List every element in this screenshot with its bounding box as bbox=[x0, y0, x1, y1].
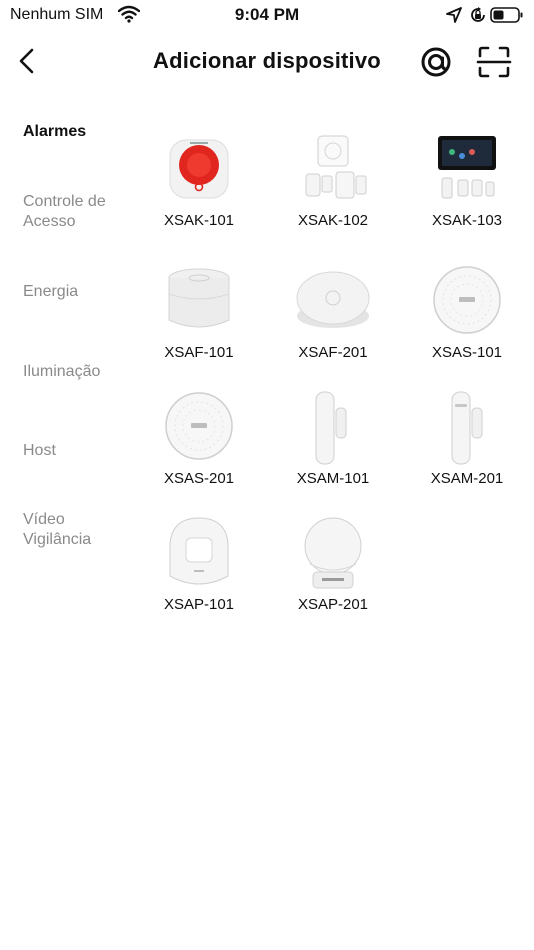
scan-qr-icon[interactable] bbox=[476, 44, 512, 80]
battery-icon bbox=[490, 7, 523, 23]
at-sign-icon[interactable] bbox=[418, 44, 454, 80]
status-bar: Nenhum SIM 9:04 PM bbox=[0, 0, 534, 32]
sidebar-item-alarmes[interactable]: Alarmes bbox=[23, 122, 133, 142]
rotation-lock-icon bbox=[471, 7, 485, 22]
device-label: XSAF-201 bbox=[298, 344, 368, 361]
device-card-xsas-101[interactable]: XSAS-101 bbox=[400, 262, 534, 382]
device-label: XSAP-201 bbox=[297, 596, 369, 613]
smoke-detector-flat-icon bbox=[296, 271, 370, 328]
door-sensor-icon bbox=[451, 391, 483, 465]
touchscreen-alarm-kit-icon bbox=[438, 136, 496, 199]
round-hub-icon bbox=[165, 392, 233, 460]
device-label: XSAM-101 bbox=[296, 470, 370, 487]
sidebar-item-controle-de-acesso[interactable]: Controle de Acesso bbox=[23, 192, 123, 232]
location-arrow-icon bbox=[446, 7, 462, 23]
motion-sensor-icon bbox=[169, 517, 229, 585]
device-card-xsas-201[interactable]: XSAS-201 bbox=[132, 388, 266, 508]
device-label: XSAS-201 bbox=[163, 470, 235, 487]
sidebar-item-host[interactable]: Host bbox=[23, 441, 133, 461]
device-card-xsaf-201[interactable]: XSAF-201 bbox=[266, 262, 400, 382]
device-label: XSAM-201 bbox=[430, 470, 504, 487]
sidebar-item-iluminacao[interactable]: Iluminação bbox=[23, 362, 133, 382]
device-card-xsak-101[interactable]: XSAK-101 bbox=[132, 130, 266, 250]
device-label: XSAK-101 bbox=[163, 212, 235, 229]
round-hub-icon bbox=[433, 266, 501, 334]
siren-device-icon bbox=[169, 139, 229, 199]
device-label: XSAP-101 bbox=[163, 596, 235, 613]
smoke-detector-icon bbox=[168, 268, 230, 328]
sidebar-item-energia[interactable]: Energia bbox=[23, 282, 133, 302]
alarm-kit-icon bbox=[305, 135, 367, 199]
nav-bar: Adicionar dispositivo bbox=[0, 38, 534, 84]
device-card-xsam-101[interactable]: XSAM-101 bbox=[266, 388, 400, 508]
device-card-xsaf-101[interactable]: XSAF-101 bbox=[132, 262, 266, 382]
device-card-xsap-201[interactable]: XSAP-201 bbox=[266, 514, 400, 634]
device-label: XSAS-101 bbox=[431, 344, 503, 361]
door-sensor-icon bbox=[315, 391, 347, 465]
device-card-xsak-103[interactable]: XSAK-103 bbox=[400, 130, 534, 250]
device-card-xsam-201[interactable]: XSAM-201 bbox=[400, 388, 534, 508]
motion-sensor-dome-icon bbox=[304, 517, 362, 589]
device-card-xsap-101[interactable]: XSAP-101 bbox=[132, 514, 266, 634]
sidebar-item-video-vigilancia[interactable]: Vídeo Vigilância bbox=[23, 510, 113, 550]
device-label: XSAK-102 bbox=[297, 212, 369, 229]
device-label: XSAK-103 bbox=[431, 212, 503, 229]
device-label: XSAF-101 bbox=[164, 344, 234, 361]
device-card-xsak-102[interactable]: XSAK-102 bbox=[266, 130, 400, 250]
